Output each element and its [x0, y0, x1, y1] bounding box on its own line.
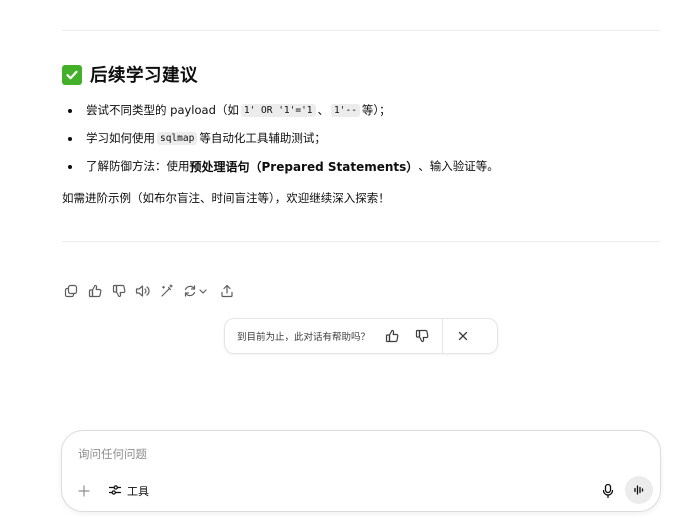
- chat-page: 后续学习建议 尝试不同类型的 payload（如 1' OR '1'='1 、 …: [0, 0, 688, 516]
- divider-mid: [62, 241, 660, 242]
- section-heading: 后续学习建议: [62, 62, 198, 87]
- list-item: 了解防御方法：使用 预处理语句（Prepared Statements） 、输入…: [62, 152, 662, 180]
- feedback-separator: [442, 318, 444, 354]
- tip-text: 等）；: [361, 103, 391, 117]
- tip-text: 尝试不同类型的 payload（如: [86, 103, 239, 117]
- message-actions: [60, 280, 238, 302]
- inline-code: 1'--: [331, 103, 360, 117]
- tip-text: 、输入验证等。: [418, 159, 499, 173]
- tools-button[interactable]: 工具: [104, 480, 153, 502]
- plus-icon[interactable]: [74, 481, 94, 501]
- feedback-question: 到目前为止，此对话有帮助吗？: [237, 332, 371, 343]
- tip-text: 、: [317, 103, 330, 117]
- regenerate-icon[interactable]: [180, 280, 214, 302]
- message-input[interactable]: [78, 447, 578, 461]
- edit-icon[interactable]: [156, 280, 178, 302]
- thumbs-up-icon[interactable]: [84, 280, 106, 302]
- composer: 工具: [61, 430, 661, 512]
- list-item: 尝试不同类型的 payload（如 1' OR '1'='1 、 1'-- 等）…: [62, 96, 662, 124]
- tools-icon: [108, 482, 122, 501]
- inline-code: sqlmap: [157, 131, 198, 145]
- section-heading-text: 后续学习建议: [90, 66, 198, 86]
- tools-label: 工具: [127, 485, 149, 498]
- voice-mode-icon[interactable]: [625, 476, 653, 504]
- tip-text: 了解防御方法：使用: [86, 159, 190, 173]
- feedback-thumbs-up-icon[interactable]: [380, 324, 404, 348]
- copy-icon[interactable]: [60, 280, 82, 302]
- thumbs-down-icon[interactable]: [108, 280, 130, 302]
- closing-text: 如需进阶示例（如布尔盲注、时间盲注等），欢迎继续深入探索！: [62, 191, 390, 205]
- check-mark-icon: [62, 64, 82, 85]
- microphone-icon[interactable]: [596, 479, 620, 503]
- feedback-prompt: 到目前为止，此对话有帮助吗？: [224, 318, 498, 354]
- bold-text: 预处理语句（Prepared Statements）: [189, 159, 419, 174]
- close-icon[interactable]: [451, 324, 475, 348]
- feedback-thumbs-down-icon[interactable]: [410, 324, 434, 348]
- share-icon[interactable]: [216, 280, 238, 302]
- tip-text: 等自动化工具辅助测试；: [199, 131, 326, 145]
- read-aloud-icon[interactable]: [132, 280, 154, 302]
- divider-top: [62, 30, 660, 31]
- list-item: 学习如何使用 sqlmap 等自动化工具辅助测试；: [62, 124, 662, 152]
- inline-code: 1' OR '1'='1: [240, 103, 316, 117]
- tip-text: 学习如何使用: [86, 131, 155, 145]
- tips-list: 尝试不同类型的 payload（如 1' OR '1'='1 、 1'-- 等）…: [62, 96, 662, 180]
